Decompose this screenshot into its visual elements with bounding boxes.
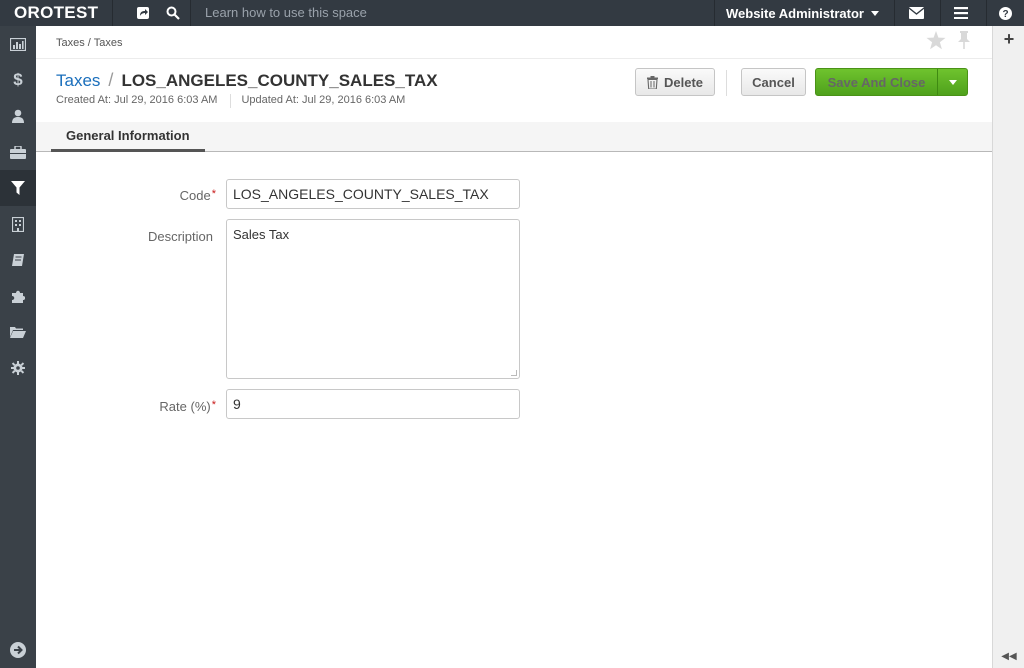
svg-text:?: ?: [1002, 9, 1008, 20]
plus-icon: +: [1003, 28, 1015, 49]
folder-open-icon: [10, 327, 26, 338]
building-icon: [12, 216, 24, 232]
menu-activities[interactable]: [0, 242, 36, 278]
email-button[interactable]: [900, 0, 932, 26]
share-icon: [137, 7, 149, 19]
rate-label-text: Rate (%): [159, 399, 211, 414]
briefcase-icon: [10, 145, 26, 159]
search-button[interactable]: [158, 0, 188, 26]
save-and-close-button[interactable]: Save And Close: [816, 69, 937, 95]
divider: [112, 0, 113, 26]
right-sidebar: + ◀◀: [992, 26, 1024, 668]
description-value: Sales Tax: [233, 227, 290, 242]
divider: [940, 0, 941, 26]
sidebar-toggle-button[interactable]: [0, 632, 36, 668]
menu-products[interactable]: [0, 134, 36, 170]
user-menu[interactable]: Website Administrator: [714, 0, 894, 26]
question-circle-icon: ?: [998, 6, 1012, 20]
entity-name: LOS_ANGELES_COUNTY_SALES_TAX: [121, 71, 438, 90]
description-label: Description: [147, 229, 213, 244]
tab-general-information[interactable]: General Information: [51, 122, 205, 152]
pin-icon: [958, 31, 970, 49]
code-input[interactable]: LOS_ANGELES_COUNTY_SALES_TAX: [226, 179, 520, 209]
dollar-icon: $: [13, 70, 23, 89]
required-marker: *: [211, 399, 216, 411]
rate-label: Rate (%)*: [66, 399, 216, 414]
add-widget-button[interactable]: +: [993, 26, 1024, 52]
record-meta: Created At: Jul 29, 2016 6:03 AM Updated…: [56, 94, 405, 108]
divider: [190, 0, 191, 26]
resize-handle-icon[interactable]: [511, 370, 517, 376]
menu-reports[interactable]: [0, 278, 36, 314]
user-icon: [12, 109, 24, 123]
shortcuts-button[interactable]: [128, 0, 158, 26]
page-title: Taxes / LOS_ANGELES_COUNTY_SALES_TAX: [56, 70, 438, 91]
main-content: Taxes / Taxes Taxes / LOS_ANGELES_COUNTY…: [36, 26, 992, 668]
arrow-right-circle-icon: [10, 642, 26, 658]
menu-customers[interactable]: [0, 98, 36, 134]
updated-at: Updated At: Jul 29, 2016 6:03 AM: [241, 94, 406, 106]
right-sidebar-toggle[interactable]: ◀◀: [993, 644, 1024, 668]
menu-taxes[interactable]: [0, 170, 36, 206]
top-navbar: OROTEST Learn how to use this space Webs…: [0, 0, 1024, 26]
divider: [36, 58, 992, 59]
title-separator: /: [108, 70, 114, 90]
menu-files[interactable]: [0, 314, 36, 350]
menu-sales[interactable]: $: [0, 62, 36, 98]
book-icon: [12, 254, 24, 266]
breadcrumb: Taxes / Taxes: [56, 37, 123, 49]
rate-input[interactable]: 9: [226, 389, 520, 419]
delete-label: Delete: [663, 74, 704, 90]
gear-icon: [11, 361, 25, 375]
filter-icon: [11, 181, 25, 195]
caret-down-icon: [948, 79, 957, 85]
envelope-icon: [908, 7, 924, 19]
cancel-button[interactable]: Cancel: [741, 68, 806, 96]
tabs-bar: General Information: [36, 122, 992, 152]
double-chevron-left-icon: ◀◀: [1001, 650, 1017, 662]
divider: [894, 0, 895, 26]
menu-system[interactable]: [0, 350, 36, 386]
dashboard-icon: [10, 37, 26, 51]
main-menu-sidebar: $: [0, 26, 36, 668]
entity-index-link[interactable]: Taxes: [56, 71, 100, 91]
trash-icon: [646, 75, 658, 89]
divider: [986, 0, 987, 26]
menu-dashboards[interactable]: [0, 26, 36, 62]
required-marker: *: [211, 188, 216, 200]
save-options-dropdown[interactable]: [937, 69, 967, 95]
star-icon: [926, 31, 946, 50]
divider: [726, 70, 727, 96]
save-and-close-group: Save And Close: [815, 68, 968, 96]
delete-button[interactable]: Delete: [635, 68, 715, 96]
created-at: Created At: Jul 29, 2016 6:03 AM: [56, 94, 218, 106]
user-menu-label: Website Administrator: [726, 5, 864, 21]
cancel-label: Cancel: [752, 74, 795, 90]
menu-marketing[interactable]: [0, 206, 36, 242]
puzzle-icon: [12, 290, 25, 303]
menu-button[interactable]: [946, 0, 976, 26]
code-label-text: Code: [179, 188, 211, 203]
caret-down-icon: [870, 10, 879, 16]
app-logo[interactable]: OROTEST: [0, 0, 112, 26]
pin-button[interactable]: [957, 31, 971, 55]
hamburger-icon: [954, 7, 968, 19]
favorite-button[interactable]: [926, 31, 946, 55]
code-label: Code*: [66, 188, 216, 203]
search-icon: [166, 6, 180, 20]
description-textarea[interactable]: Sales Tax: [226, 219, 520, 379]
divider: [230, 94, 232, 108]
help-link[interactable]: Learn how to use this space: [205, 0, 367, 26]
help-button[interactable]: ?: [990, 0, 1020, 26]
